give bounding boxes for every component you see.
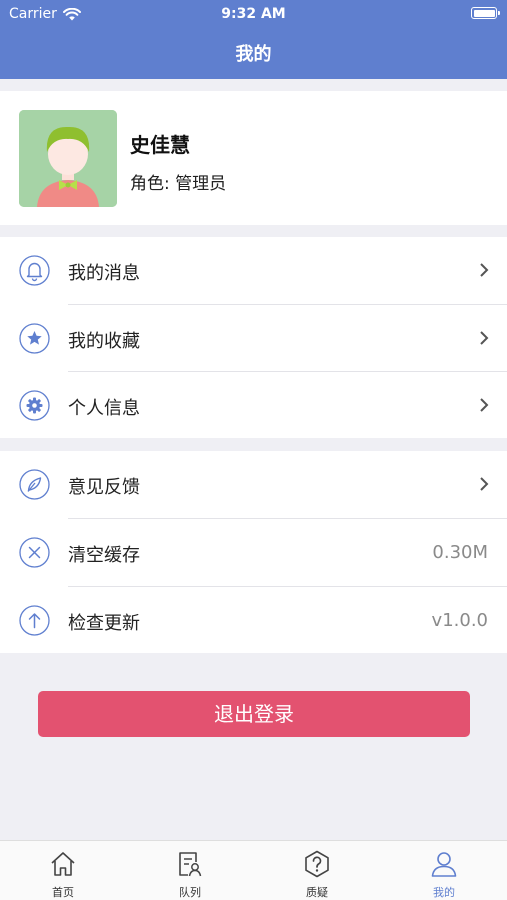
menu-item-label: 意见反馈: [68, 477, 140, 498]
logout-button[interactable]: 退出登录: [38, 691, 470, 737]
menu-group-primary: 我的消息 我的收藏 个人信息: [0, 237, 507, 438]
tab-home[interactable]: 首页: [0, 841, 126, 900]
chevron-right-icon: [480, 263, 489, 277]
role-label: 角色:: [130, 174, 170, 194]
battery-icon: [471, 7, 500, 19]
avatar-illustration: [19, 110, 117, 207]
header: Carrier 9:32 AM 我的: [0, 0, 507, 79]
chevron-right-icon: [480, 477, 489, 491]
home-icon: [51, 852, 75, 876]
chevron-right-icon: [480, 331, 489, 345]
cache-size-value: 0.30M: [432, 542, 488, 563]
menu-group-secondary: 意见反馈 清空缓存 0.30M 检查更新 v1.0.0: [0, 451, 507, 653]
menu-item-label: 个人信息: [68, 398, 140, 419]
tab-label: 队列: [179, 886, 201, 899]
tab-label: 质疑: [306, 886, 328, 899]
menu-item-clear-cache[interactable]: 清空缓存 0.30M: [0, 519, 507, 586]
upload-arrow-icon: [19, 605, 50, 636]
role-value: 管理员: [175, 174, 227, 194]
chevron-right-icon: [480, 398, 489, 412]
menu-item-label: 清空缓存: [68, 545, 140, 566]
menu-item-label: 我的消息: [68, 263, 140, 284]
menu-item-messages[interactable]: 我的消息: [0, 237, 507, 304]
tab-label: 首页: [52, 886, 74, 899]
user-name: 史佳慧: [130, 133, 190, 157]
user-icon: [431, 852, 457, 877]
status-bar: Carrier 9:32 AM: [0, 0, 507, 28]
tab-bar: 首页 队列 质疑 我的: [0, 840, 507, 900]
avatar[interactable]: [19, 110, 117, 207]
menu-item-personal-info[interactable]: 个人信息: [0, 372, 507, 439]
feather-icon: [19, 469, 50, 500]
menu-item-check-update[interactable]: 检查更新 v1.0.0: [0, 587, 507, 654]
menu-item-label: 检查更新: [68, 613, 140, 634]
profile-card[interactable]: 史佳慧 角色: 管理员: [0, 91, 507, 225]
question-icon: [305, 850, 329, 878]
clear-icon: [19, 537, 50, 568]
user-role: 角色: 管理员: [130, 169, 226, 194]
bell-icon: [19, 255, 50, 286]
version-value: v1.0.0: [431, 610, 488, 631]
tab-queue[interactable]: 队列: [127, 841, 253, 900]
menu-item-label: 我的收藏: [68, 331, 140, 352]
tab-label: 我的: [433, 886, 455, 899]
queue-icon: [179, 852, 202, 877]
menu-item-feedback[interactable]: 意见反馈: [0, 451, 507, 518]
menu-item-favorites[interactable]: 我的收藏: [0, 305, 507, 372]
tab-mine[interactable]: 我的: [381, 841, 507, 900]
gear-icon: [19, 390, 50, 421]
star-icon: [19, 323, 50, 354]
tab-query[interactable]: 质疑: [254, 841, 380, 900]
page-title: 我的: [235, 44, 272, 65]
status-time: 9:32 AM: [221, 6, 286, 22]
